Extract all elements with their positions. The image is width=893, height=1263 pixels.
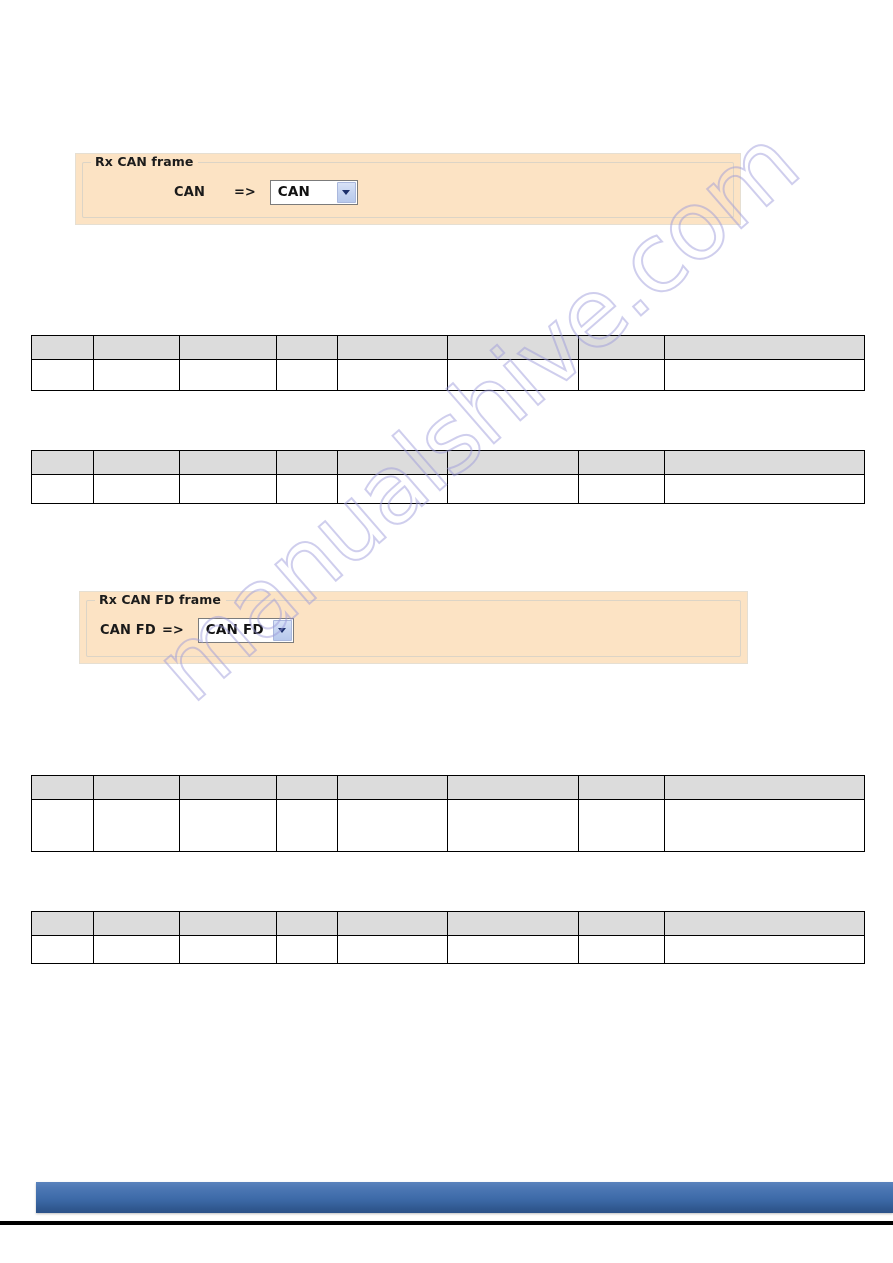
table-cell (93, 935, 180, 964)
table-row (31, 474, 865, 504)
table-cell (578, 474, 665, 504)
table-cell (447, 799, 579, 852)
table-cell (578, 359, 665, 391)
table-row (31, 935, 865, 964)
table-header-cell (276, 450, 338, 475)
table-cell (31, 359, 94, 391)
table-header-row (31, 335, 865, 360)
table-cell (179, 359, 277, 391)
table-cell (31, 474, 94, 504)
table-header-cell (664, 335, 865, 360)
table-cell (578, 799, 665, 852)
table-header-cell (179, 450, 277, 475)
data-table-3 (31, 775, 865, 852)
table-cell (179, 935, 277, 964)
rx-can-fd-frame-panel: Rx CAN FD frame CAN FD => CAN FD (79, 591, 748, 664)
table-cell (31, 799, 94, 852)
can-frame-dropdown[interactable]: CAN (269, 180, 358, 205)
can-frame-dropdown-value: CAN (277, 184, 311, 200)
table-cell (664, 359, 865, 391)
table-cell (664, 935, 865, 964)
can-fd-frame-dropdown-button[interactable] (272, 620, 292, 641)
table-header-row (31, 911, 865, 936)
table-cell (93, 474, 180, 504)
data-table-4 (31, 911, 865, 964)
can-fd-frame-dropdown[interactable]: CAN FD (197, 618, 294, 643)
table-header-cell (578, 775, 665, 800)
table-header-cell (664, 450, 865, 475)
rx-can-fd-frame-panel-legend: Rx CAN FD frame (95, 592, 227, 607)
table-header-cell (31, 450, 94, 475)
table-header-cell (31, 775, 94, 800)
table-cell (276, 799, 338, 852)
table-header-cell (447, 335, 579, 360)
table-cell (93, 359, 180, 391)
table-cell (276, 359, 338, 391)
table-cell (179, 799, 277, 852)
table-header-cell (179, 775, 277, 800)
footer-bar (36, 1182, 893, 1213)
table-cell (31, 935, 94, 964)
table-cell (337, 935, 448, 964)
rx-can-frame-field-row: CAN => CAN (174, 180, 358, 205)
table-cell (447, 935, 579, 964)
table-header-cell (337, 911, 448, 936)
table-header-cell (664, 911, 865, 936)
footer-rule (0, 1221, 893, 1225)
table-header-cell (578, 450, 665, 475)
table-header-row (31, 775, 865, 800)
table-header-cell (93, 335, 180, 360)
table-header-cell (93, 450, 180, 475)
table-header-cell (31, 335, 94, 360)
table-header-cell (447, 450, 579, 475)
table-cell (337, 359, 448, 391)
document-page: Rx CAN frame CAN => CAN Rx CAN FD frame … (0, 0, 893, 1263)
table-cell (447, 359, 579, 391)
table-cell (664, 474, 865, 504)
table-cell (578, 935, 665, 964)
table-header-cell (337, 450, 448, 475)
table-cell (276, 474, 338, 504)
table-row (31, 359, 865, 391)
table-header-cell (578, 335, 665, 360)
table-cell (93, 799, 180, 852)
can-fd-frame-dropdown-value: CAN FD (205, 622, 264, 638)
table-cell (337, 799, 448, 852)
table-header-cell (31, 911, 94, 936)
can-frame-dropdown-button[interactable] (336, 182, 356, 203)
table-header-cell (276, 775, 338, 800)
table-row (31, 799, 865, 852)
table-header-cell (578, 911, 665, 936)
can-field-label: CAN (174, 185, 206, 200)
table-cell (276, 935, 338, 964)
chevron-down-icon (278, 628, 287, 633)
table-header-cell (447, 775, 579, 800)
rx-can-frame-panel-legend: Rx CAN frame (91, 154, 199, 169)
rx-can-fd-frame-field-row: CAN FD => CAN FD (100, 618, 294, 643)
table-cell (447, 474, 579, 504)
table-cell (179, 474, 277, 504)
table-header-cell (447, 911, 579, 936)
table-cell (664, 799, 865, 852)
table-header-cell (179, 335, 277, 360)
rx-can-frame-panel: Rx CAN frame CAN => CAN (75, 153, 741, 225)
table-header-cell (664, 775, 865, 800)
data-table-2 (31, 450, 865, 504)
chevron-down-icon (342, 190, 351, 195)
can-fd-field-label: CAN FD (100, 623, 156, 638)
table-header-cell (337, 775, 448, 800)
can-field-arrow: => (234, 185, 256, 200)
table-header-cell (276, 911, 338, 936)
can-fd-field-arrow: => (162, 623, 184, 638)
data-table-1 (31, 335, 865, 391)
table-header-cell (337, 335, 448, 360)
table-header-row (31, 450, 865, 475)
table-cell (337, 474, 448, 504)
table-header-cell (93, 775, 180, 800)
table-header-cell (276, 335, 338, 360)
table-header-cell (179, 911, 277, 936)
table-header-cell (93, 911, 180, 936)
